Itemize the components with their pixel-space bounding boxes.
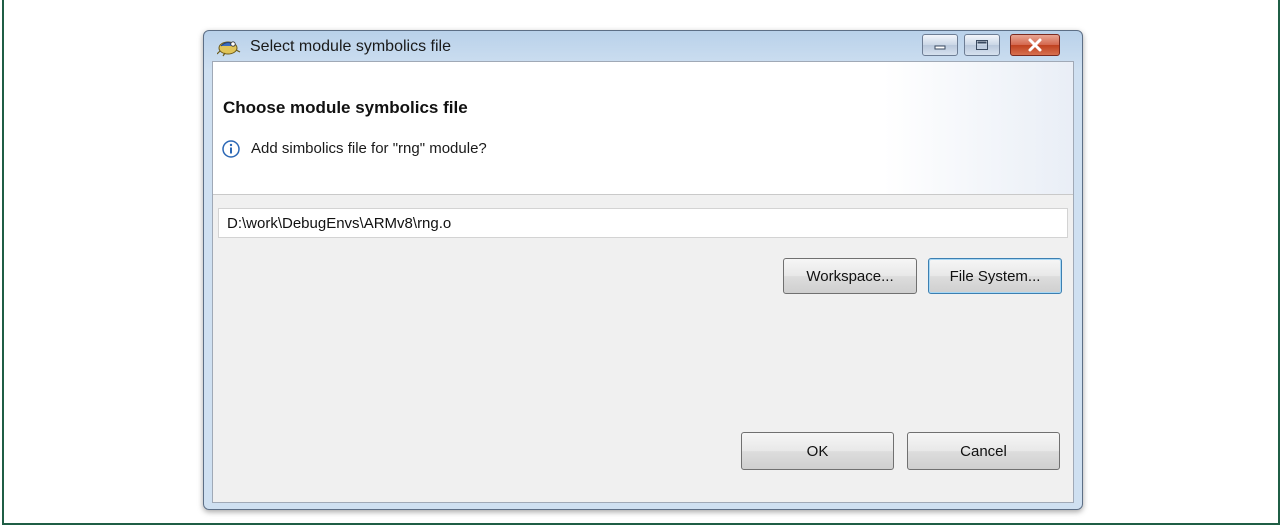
dialog-titlebar[interactable]: Select module symbolics file	[204, 31, 1082, 61]
window-title: Select module symbolics file	[250, 38, 451, 55]
eclipse-bug-icon	[216, 37, 241, 57]
dialog-heading: Choose module symbolics file	[223, 98, 468, 117]
symbolics-path-input[interactable]	[218, 208, 1068, 238]
info-message-text: Add simbolics file for "rng" module?	[251, 140, 487, 157]
info-icon	[221, 139, 241, 159]
cancel-button[interactable]: Cancel	[907, 432, 1060, 470]
dialog-header: Choose module symbolics file Add simboli…	[213, 62, 1073, 195]
file-system-button[interactable]: File System...	[928, 258, 1062, 294]
minimize-icon	[934, 45, 946, 50]
ok-button[interactable]: OK	[741, 432, 894, 470]
maximize-icon	[976, 40, 988, 50]
workspace-button[interactable]: Workspace...	[783, 258, 917, 294]
select-symbolics-dialog: Select module symbolics file Choose modu…	[203, 30, 1083, 510]
minimize-button[interactable]	[922, 34, 958, 56]
maximize-button[interactable]	[964, 34, 1000, 56]
close-button[interactable]	[1010, 34, 1060, 56]
dialog-client-area: Choose module symbolics file Add simboli…	[212, 61, 1074, 503]
close-icon	[1028, 38, 1042, 52]
